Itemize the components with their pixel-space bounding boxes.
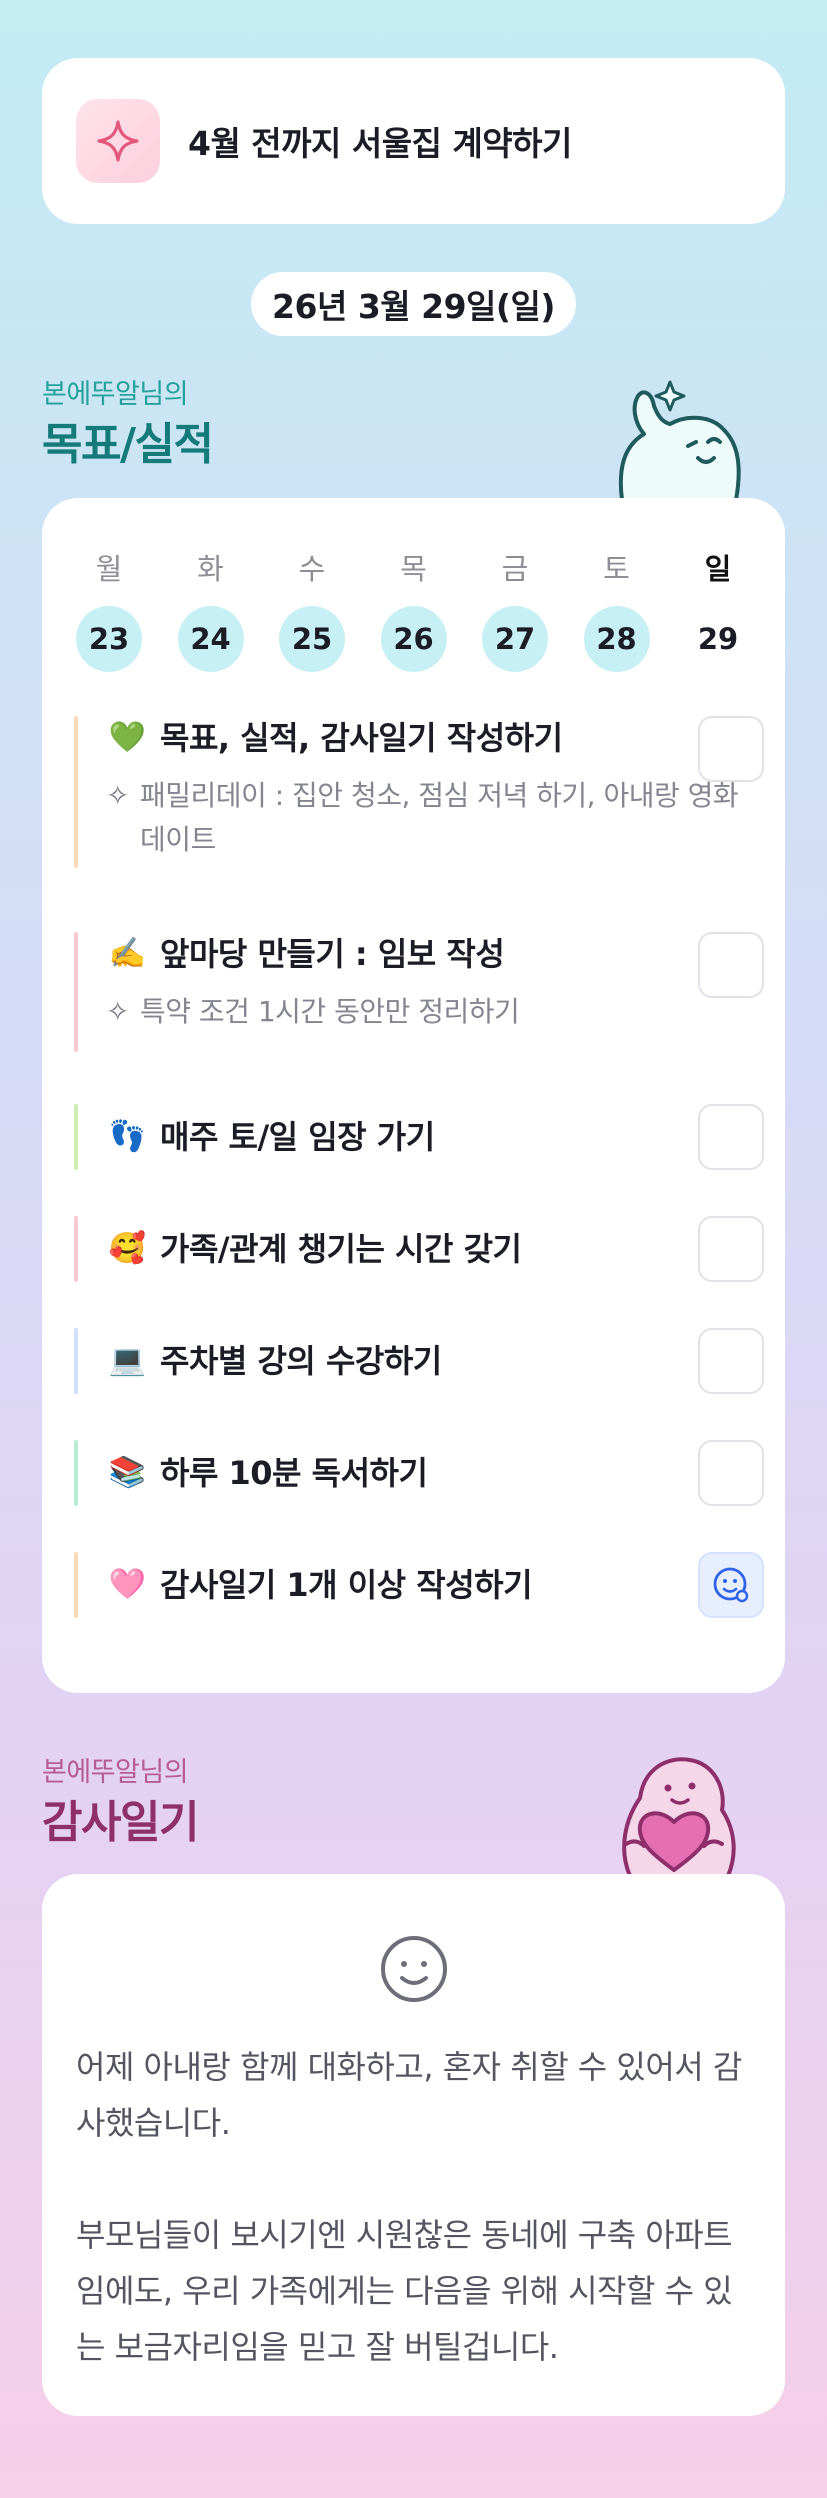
- task-title: 매주 토/일 임장 가기: [160, 1118, 435, 1156]
- gratitude-paragraph: 어제 아내랑 함께 대화하고, 혼자 취할 수 있어서 감사했습니다.: [76, 2048, 742, 2142]
- task-note: ✧ 패밀리데이 : 집안 청소, 점심 저녁 하기, 아내랑 영화 데이트: [106, 774, 764, 862]
- date-29-today[interactable]: 29: [685, 606, 751, 672]
- gratitude-paragraph: 부모님들이 보시기엔 시원찮은 동네에 구축 아파트임에도, 우리 가족에게는 …: [76, 2216, 733, 2366]
- task-checkbox[interactable]: [698, 1216, 764, 1282]
- task-title: 앞마당 만들기 : 임보 작성: [160, 935, 505, 973]
- task-checkbox[interactable]: [698, 1328, 764, 1394]
- sparkle-icon: [76, 99, 160, 183]
- task-item[interactable]: 👣 매주 토/일 임장 가기: [74, 1104, 764, 1170]
- task-checkbox[interactable]: [698, 1104, 764, 1170]
- smiling-hearts-icon: 🥰: [108, 1231, 146, 1266]
- waving-mascot-icon: [618, 380, 741, 500]
- weekday-label: 토: [603, 552, 630, 586]
- date-28[interactable]: 28: [583, 606, 650, 672]
- task-color-bar: [74, 1216, 78, 1282]
- date-27[interactable]: 27: [482, 606, 548, 672]
- task-checkbox-checked[interactable]: [698, 1552, 764, 1618]
- goals-section-title: 목표/실적: [42, 419, 214, 470]
- task-note: ✧ 특약 조건 1시간 동안만 정리하기: [106, 990, 764, 1034]
- task-title: 가족/관계 챙기는 시간 갖기: [160, 1230, 522, 1268]
- task-note-text: 특약 조건 1시간 동안만 정리하기: [140, 995, 520, 1028]
- task-title: 주차별 강의 수강하기: [160, 1342, 442, 1380]
- date-24[interactable]: 24: [177, 606, 244, 672]
- task-checkbox[interactable]: [698, 932, 764, 998]
- task-item[interactable]: 💻 주차별 강의 수강하기: [74, 1328, 764, 1394]
- task-color-bar: [74, 1104, 78, 1170]
- weekday-label: 목: [400, 552, 427, 586]
- task-note-text: 패밀리데이 : 집안 청소, 점심 저녁 하기, 아내랑 영화 데이트: [140, 779, 739, 856]
- footprints-icon: 👣: [108, 1119, 146, 1154]
- task-title: 목표, 실적, 감사일기 작성하기: [160, 719, 563, 757]
- weekly-goals-card: 월 화 수 목 금 토 일 23 24 25 26 27 28 29 💚 목표, …: [42, 498, 785, 1693]
- sparkle-icon: ✧: [106, 995, 129, 1028]
- smile-check-icon: [713, 1567, 749, 1603]
- weekday-label-today: 일: [704, 552, 732, 586]
- books-icon: 📚: [108, 1455, 146, 1490]
- date-23[interactable]: 23: [76, 606, 142, 672]
- task-item[interactable]: 💚 목표, 실적, 감사일기 작성하기 ✧ 패밀리데이 : 집안 청소, 점심 저녁…: [74, 716, 764, 868]
- laptop-icon: 💻: [108, 1343, 146, 1378]
- writing-hand-icon: ✍️: [108, 936, 146, 971]
- date-25[interactable]: 25: [279, 606, 345, 672]
- task-checkbox[interactable]: [698, 716, 764, 782]
- weekday-label: 월: [95, 552, 123, 586]
- green-heart-icon: 💚: [108, 720, 146, 755]
- task-title-row: 👣 매주 토/일 임장 가기: [106, 1104, 764, 1170]
- date-selector: 23 24 25 26 27 28 29: [76, 606, 751, 672]
- sparkle-icon: ✧: [106, 779, 129, 812]
- task-item[interactable]: 🥰 가족/관계 챙기는 시간 갖기: [74, 1216, 764, 1282]
- thanks-section-subtitle: 본에뚜알님의: [42, 1757, 189, 1788]
- task-color-bar: [74, 1552, 78, 1618]
- task-title-row: 🩷 감사일기 1개 이상 작성하기: [106, 1552, 764, 1618]
- task-title-row: 📚 하루 10분 독서하기: [106, 1440, 764, 1506]
- gratitude-journal-card[interactable]: 어제 아내랑 함께 대화하고, 혼자 취할 수 있어서 감사했습니다. 부모님들…: [42, 1874, 785, 2416]
- pink-heart-icon: 🩷: [108, 1567, 146, 1602]
- weekday-label: 수: [298, 552, 326, 586]
- task-checkbox[interactable]: [698, 1440, 764, 1506]
- goal-card[interactable]: 4월 전까지 서울집 계약하기: [42, 58, 785, 224]
- task-title-row: ✍️ 앞마당 만들기 : 임보 작성: [106, 932, 764, 976]
- weekday-label: 금: [501, 552, 529, 586]
- date-pill[interactable]: 26년 3월 29일(일): [251, 272, 576, 336]
- gratitude-text: 어제 아내랑 함께 대화하고, 혼자 취할 수 있어서 감사했습니다. 부모님들…: [76, 2039, 751, 2375]
- task-title: 하루 10분 독서하기: [160, 1454, 428, 1492]
- goals-section-subtitle: 본에뚜알님의: [42, 379, 189, 410]
- task-title-row: 💚 목표, 실적, 감사일기 작성하기: [106, 716, 764, 760]
- weekday-label: 화: [197, 552, 224, 586]
- task-color-bar: [74, 1440, 78, 1506]
- task-title-row: 🥰 가족/관계 챙기는 시간 갖기: [106, 1216, 764, 1282]
- goal-text: 4월 전까지 서울집 계약하기: [188, 124, 572, 163]
- smile-icon: [380, 1936, 447, 2002]
- date-26[interactable]: 26: [380, 606, 447, 672]
- task-color-bar: [74, 716, 78, 868]
- task-item[interactable]: ✍️ 앞마당 만들기 : 임보 작성 ✧ 특약 조건 1시간 동안만 정리하기: [74, 932, 764, 1052]
- weekday-labels: 월 화 수 목 금 토 일: [76, 546, 751, 588]
- task-item[interactable]: 🩷 감사일기 1개 이상 작성하기: [74, 1552, 764, 1618]
- task-item[interactable]: 📚 하루 10분 독서하기: [74, 1440, 764, 1506]
- task-color-bar: [74, 932, 78, 1052]
- thanks-section-title: 감사일기: [42, 1797, 199, 1848]
- task-title: 감사일기 1개 이상 작성하기: [160, 1566, 533, 1604]
- heart-mascot-icon: [622, 1757, 736, 1876]
- task-title-row: 💻 주차별 강의 수강하기: [106, 1328, 764, 1394]
- task-color-bar: [74, 1328, 78, 1394]
